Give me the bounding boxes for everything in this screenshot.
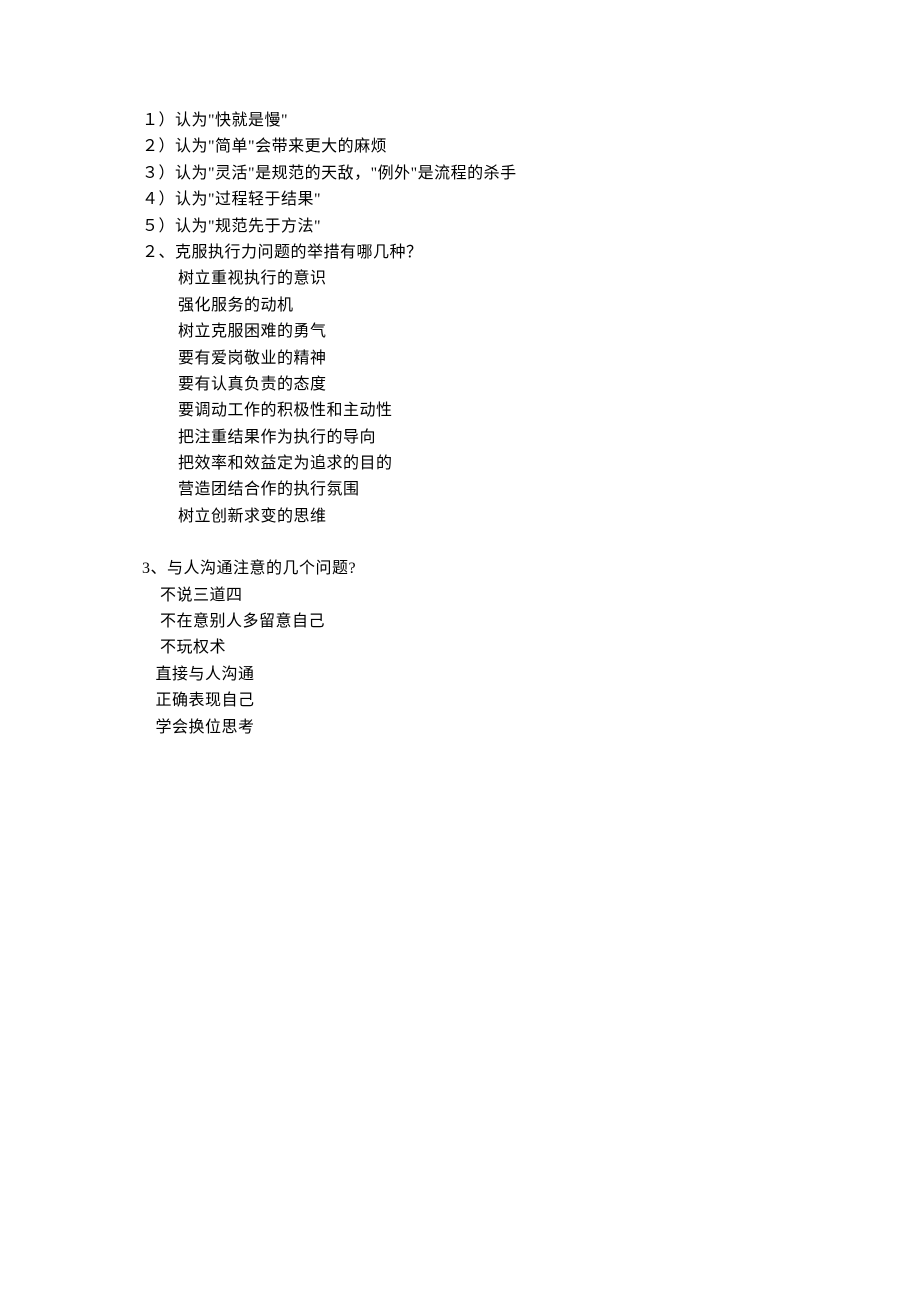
answer-2-2: 强化服务的动机 (142, 293, 920, 319)
answer-3-6: 学会换位思考 (142, 715, 920, 741)
list-item-5: ５）认为"规范先于方法" (142, 214, 920, 240)
section-gap (142, 530, 920, 556)
answer-3-4: 直接与人沟通 (142, 662, 920, 688)
question-3: 3、与人沟通注意的几个问题? (142, 556, 920, 582)
answer-2-6: 要调动工作的积极性和主动性 (142, 398, 920, 424)
answer-3-3: 不玩权术 (142, 635, 920, 661)
answer-2-3: 树立克服困难的勇气 (142, 319, 920, 345)
answer-2-7: 把注重结果作为执行的导向 (142, 425, 920, 451)
answer-2-10: 树立创新求变的思维 (142, 504, 920, 530)
question-2: ２、克服执行力问题的举措有哪几种？ (142, 240, 920, 266)
list-item-1: １）认为"快就是慢" (142, 108, 920, 134)
answer-3-1: 不说三道四 (142, 583, 920, 609)
list-item-4: ４）认为"过程轻于结果" (142, 187, 920, 213)
answer-2-1: 树立重视执行的意识 (142, 266, 920, 292)
answer-2-9: 营造团结合作的执行氛围 (142, 477, 920, 503)
answer-3-2: 不在意别人多留意自己 (142, 609, 920, 635)
answer-2-8: 把效率和效益定为追求的目的 (142, 451, 920, 477)
list-item-2: ２）认为"简单"会带来更大的麻烦 (142, 134, 920, 160)
list-item-3: ３）认为"灵活"是规范的天敌，"例外"是流程的杀手 (142, 161, 920, 187)
answer-3-5: 正确表现自己 (142, 688, 920, 714)
answer-2-5: 要有认真负责的态度 (142, 372, 920, 398)
answer-2-4: 要有爱岗敬业的精神 (142, 346, 920, 372)
